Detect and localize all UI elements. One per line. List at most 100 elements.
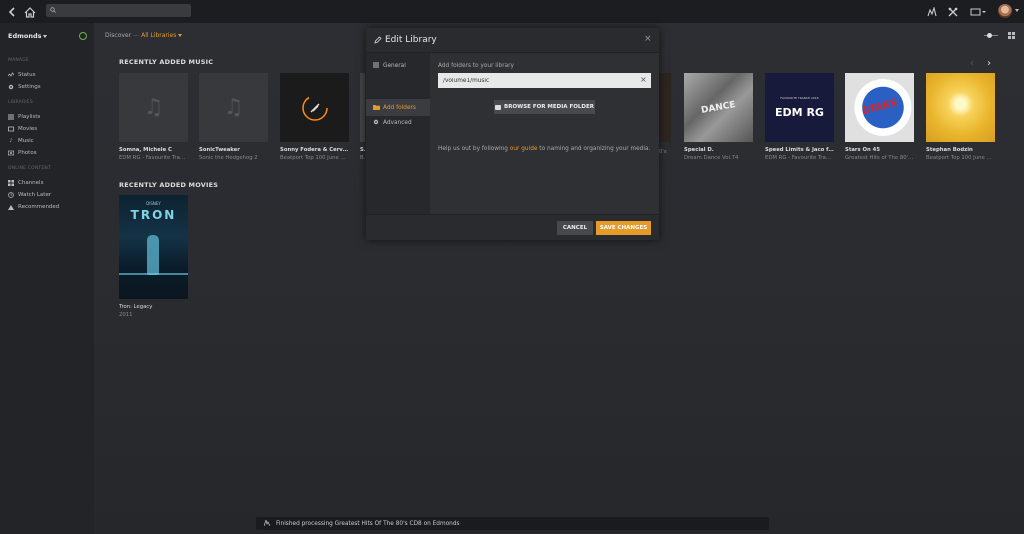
server-selector[interactable]: Edmonds xyxy=(8,32,88,42)
sidebar-item-label: Channels xyxy=(18,180,44,186)
album-art-text: DANCE xyxy=(700,99,737,116)
folder-icon xyxy=(495,104,502,110)
breadcrumb-discover[interactable]: Discover xyxy=(105,32,131,39)
activity-icon[interactable] xyxy=(925,5,939,19)
sidebar-item-settings[interactable]: Settings xyxy=(8,83,41,91)
tab-general[interactable]: General xyxy=(366,57,430,74)
sidebar-item-label: Recommended xyxy=(18,204,60,210)
dialog-header: Edit Library × xyxy=(366,28,659,53)
cast-icon[interactable] xyxy=(969,5,987,19)
album-art xyxy=(360,73,365,142)
dialog-body: Add folders to your library × BROWSE FOR… xyxy=(430,53,659,214)
breadcrumb-all-libraries[interactable]: All Libraries xyxy=(141,32,176,39)
cancel-button[interactable]: CANCEL xyxy=(557,221,593,235)
chevron-down-icon[interactable] xyxy=(178,34,183,37)
save-changes-button[interactable]: SAVE CHANGES xyxy=(596,221,651,235)
album-title: Be xyxy=(360,155,365,161)
poster-disney-text: DISNEY xyxy=(146,201,161,206)
tab-label: Add folders xyxy=(383,104,416,111)
toast-message: Finished processing Greatest Hits Of The… xyxy=(276,520,460,527)
zoom-slider[interactable] xyxy=(984,33,998,38)
sidebar-item-label: Watch Later xyxy=(18,192,52,198)
tab-advanced[interactable]: Advanced xyxy=(366,114,430,131)
breadcrumb: Discover — All Libraries xyxy=(105,32,183,39)
guide-link[interactable]: our guide xyxy=(510,146,538,152)
sidebar-item-playlists[interactable]: Playlists xyxy=(8,113,40,121)
album-art-text: EDM RG xyxy=(775,106,824,119)
sidebar-item-recommended[interactable]: Recommended xyxy=(8,203,59,211)
music-note-icon: ♫ xyxy=(119,73,188,142)
grid-view-icon[interactable] xyxy=(1008,32,1015,39)
album-artist: Special D. xyxy=(684,147,714,153)
chevron-right-icon[interactable]: › xyxy=(987,58,991,69)
album-artist: SonicTweaker xyxy=(199,147,240,153)
album-card[interactable]: ♫ Somna, Michele C EDM RG - Favourite Tr… xyxy=(119,73,188,161)
help-text: Help us out by following our guide to na… xyxy=(438,146,651,152)
browse-folder-label: BROWSE FOR MEDIA FOLDER xyxy=(504,104,594,110)
album-art: DANCE xyxy=(684,73,753,142)
section-title-movies[interactable]: RECENTLY ADDED MOVIES xyxy=(119,181,218,189)
music-note-icon: ♫ xyxy=(199,73,268,142)
search-box[interactable] xyxy=(46,4,191,17)
album-title: Beatport Top 100 June 20... xyxy=(280,155,349,161)
general-icon xyxy=(373,62,380,70)
sidebar-item-label: Photos xyxy=(18,150,37,156)
sidebar-item-label: Playlists xyxy=(18,114,41,120)
section-online-label: ONLINE CONTENT xyxy=(8,166,51,171)
clock-icon xyxy=(8,192,14,198)
section-libraries-label: LIBRARIES xyxy=(8,100,33,105)
album-artist: Stars On 45 xyxy=(845,147,881,153)
album-card[interactable]: ♫ SonicTweaker Sonic the Hedgehog 2 xyxy=(199,73,268,161)
album-card[interactable]: DANCE Special D. Dream Dance Vol.74 xyxy=(684,73,753,161)
album-title: EDM RG - Favourite Trance... xyxy=(119,155,188,161)
recommended-icon xyxy=(8,204,14,210)
album-card[interactable]: STARS Stars On 45 Greatest Hits of The 8… xyxy=(845,73,914,161)
gear-icon xyxy=(373,119,380,127)
zoom-slider-knob[interactable] xyxy=(987,33,992,38)
album-card[interactable]: FAVOURITE TRANCE 2018 EDM RG Speed Limit… xyxy=(765,73,834,161)
album-card[interactable]: Stephan Bodzin Beatport Top 100 June 20.… xyxy=(926,73,995,161)
avatar[interactable] xyxy=(998,4,1012,18)
search-icon xyxy=(50,7,56,13)
notification-toast: Finished processing Greatest Hits Of The… xyxy=(256,517,769,530)
sidebar-item-watch-later[interactable]: Watch Later xyxy=(8,191,51,199)
chevron-down-icon xyxy=(43,35,48,38)
album-art xyxy=(659,73,671,142)
add-folders-label: Add folders to your library xyxy=(438,63,514,69)
sidebar-item-music[interactable]: ♪ Music xyxy=(8,137,33,145)
folder-path-input[interactable] xyxy=(438,73,651,88)
album-card[interactable]: Sonny Fodera & Cervanda... Beatport Top … xyxy=(280,73,349,161)
album-title: 0's xyxy=(659,149,667,155)
gear-icon xyxy=(8,84,14,90)
home-icon[interactable] xyxy=(23,5,37,19)
browse-folder-button[interactable]: BROWSE FOR MEDIA FOLDER xyxy=(494,100,595,114)
sidebar-item-status[interactable]: Status xyxy=(8,71,36,79)
album-artist: Stephan Bodzin xyxy=(926,147,973,153)
movie-icon xyxy=(8,126,14,132)
album-art-text: STARS xyxy=(860,97,899,118)
movie-year: 2011 xyxy=(119,312,133,318)
back-icon[interactable] xyxy=(5,5,19,19)
sidebar-item-channels[interactable]: Channels xyxy=(8,179,43,187)
tab-label: General xyxy=(383,62,406,69)
section-manage-label: MANAGE xyxy=(8,58,29,63)
chevron-down-icon[interactable] xyxy=(1015,9,1019,12)
sidebar: Edmonds MANAGE Status Settings LIBRARIES… xyxy=(0,23,94,534)
album-art xyxy=(926,73,995,142)
movie-card[interactable]: DISNEY TRON Tron: Legacy 2011 xyxy=(119,195,188,318)
remove-folder-icon[interactable]: × xyxy=(640,75,647,84)
status-icon xyxy=(8,72,14,78)
music-icon: ♪ xyxy=(9,138,13,144)
sidebar-item-movies[interactable]: Movies xyxy=(8,125,37,133)
edit-library-dialog: Edit Library × General Add folders Advan… xyxy=(366,28,659,240)
section-title-music[interactable]: RECENTLY ADDED MUSIC xyxy=(119,58,213,66)
breadcrumb-separator: — xyxy=(133,32,140,39)
tools-icon[interactable] xyxy=(946,5,960,19)
pencil-icon xyxy=(374,36,382,44)
album-card[interactable]: 0's xyxy=(659,73,671,155)
album-card[interactable]: Sp Be xyxy=(360,73,365,161)
folder-icon xyxy=(373,104,380,112)
close-icon[interactable]: × xyxy=(644,34,652,44)
chevron-left-icon[interactable]: ‹ xyxy=(970,58,974,69)
sidebar-item-photos[interactable]: Photos xyxy=(8,149,37,157)
